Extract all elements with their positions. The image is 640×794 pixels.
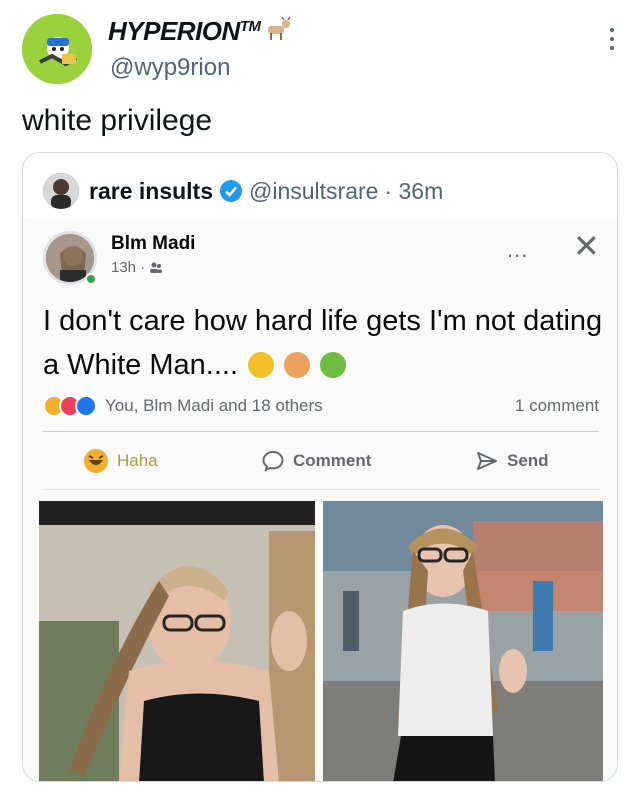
post-actions: Haha Comment Send [43, 443, 599, 479]
send-label: Send [507, 451, 549, 470]
divider [43, 431, 599, 432]
quoted-time: · 36m [384, 177, 444, 204]
tweet-text: white privilege [22, 104, 213, 137]
avatar[interactable] [22, 14, 92, 84]
friends-icon [150, 262, 163, 273]
online-indicator [85, 273, 97, 285]
post-more-icon: ... [507, 237, 529, 262]
divider [43, 489, 599, 490]
quoted-tweet-card[interactable]: rare insults @insultsrare · 36m Blm Madi… [22, 152, 618, 782]
quoted-avatar[interactable] [43, 173, 79, 209]
more-icon[interactable] [608, 28, 616, 56]
display-name[interactable]: HYPERION TM [108, 16, 292, 47]
nauseated-emoji-icon [320, 352, 347, 378]
quoted-handle[interactable]: @insultsrare [249, 178, 378, 205]
goat-icon [262, 16, 292, 42]
post-author-name: Blm Madi [111, 233, 196, 254]
verified-icon [220, 180, 242, 202]
haha-label: Haha [117, 451, 158, 470]
like-reaction-icon [75, 395, 97, 417]
comment-button: Comment [261, 449, 371, 473]
trademark-text: TM [239, 18, 261, 35]
haha-button: Haha [83, 448, 158, 474]
facebook-post-screenshot[interactable]: Blm Madi 13h · ... ✕ I don't care how ha… [23, 219, 617, 781]
comment-icon [262, 450, 284, 472]
display-name-text: HYPERION [108, 16, 240, 46]
quoted-tweet-header: rare insults @insultsrare · 36m [43, 173, 443, 209]
send-button: Send [475, 449, 549, 473]
post-text: I don't care how hard life gets I'm not … [43, 299, 603, 387]
quoted-display-name[interactable]: rare insults [89, 178, 213, 205]
grimace-emoji-icon [248, 352, 275, 378]
haha-icon [84, 449, 108, 473]
send-icon [477, 452, 497, 470]
comment-count: 1 comment [514, 396, 599, 415]
reactions-row: You, Blm Madi and 18 others 1 comment [43, 395, 599, 417]
photo-right [323, 501, 603, 781]
reactions-text: You, Blm Madi and 18 others [105, 396, 323, 415]
comment-label: Comment [293, 451, 372, 470]
reaction-icons [43, 395, 97, 417]
user-handle[interactable]: @wyp9rion [110, 54, 230, 82]
angry-emoji-icon [284, 352, 311, 378]
post-time: 13h · [111, 259, 146, 276]
post-meta: 13h · [111, 259, 163, 276]
photo-left [39, 501, 315, 781]
close-icon: ✕ [573, 227, 600, 265]
